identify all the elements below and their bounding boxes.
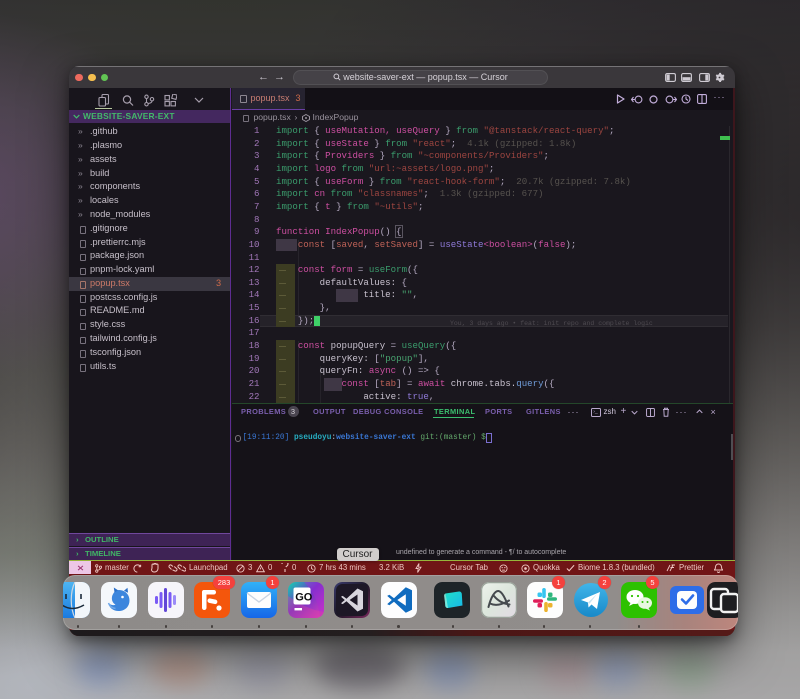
svg-text:GO: GO (295, 592, 313, 604)
